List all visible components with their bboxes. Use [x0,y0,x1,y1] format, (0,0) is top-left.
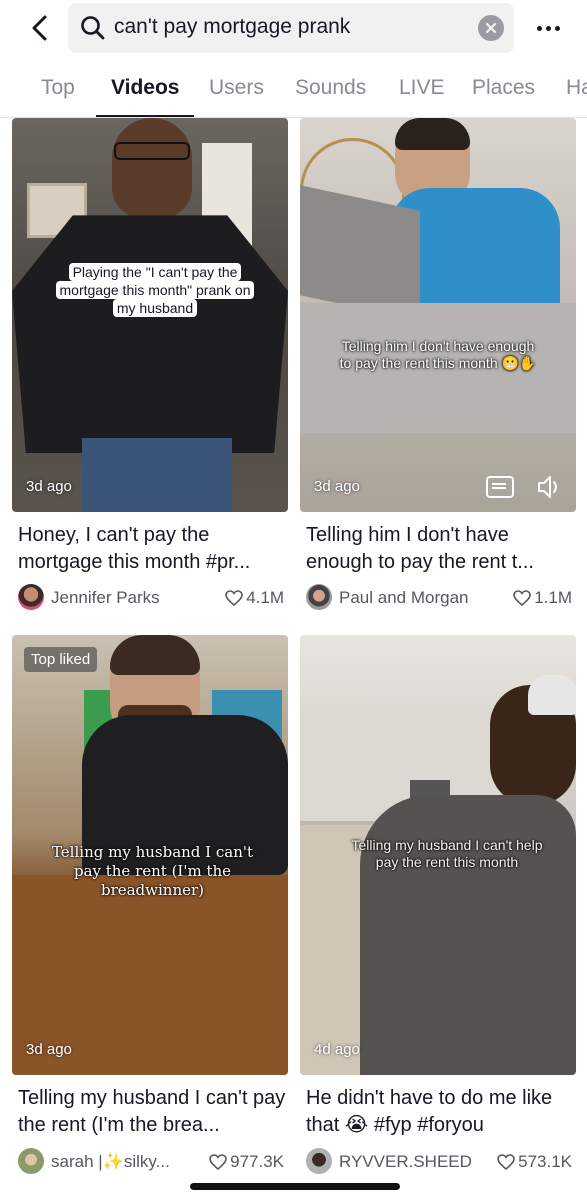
video-thumbnail[interactable]: Telling him I don't have enough to pay t… [300,118,576,512]
video-title[interactable]: He didn't have to do me like that 😭 #fyp… [306,1085,578,1139]
search-icon [81,16,105,40]
glasses [114,142,190,160]
overlay-text: Playing the "I can't pay the mortgage th… [55,263,255,317]
posted-time: 3d ago [314,478,360,495]
like-count: 573.1K [497,1152,572,1172]
video-thumbnail[interactable]: Top liked Telling my husband I can't pay… [12,635,288,1075]
video-title[interactable]: Telling him I don't have enough to pay t… [306,522,578,576]
search-tabs: Top Videos Users Sounds LIVE Places Ha [0,58,587,118]
like-count-value: 4.1M [246,588,284,607]
heart-icon [497,1154,515,1170]
home-indicator[interactable] [190,1183,400,1190]
like-count: 4.1M [225,588,284,608]
video-thumbnail[interactable]: Telling my husband I can't help pay the … [300,635,576,1075]
avatar[interactable] [18,1148,44,1174]
clear-search-button[interactable] [478,15,504,41]
hair [110,635,200,675]
video-overlay-caption: Telling my husband I can't help pay the … [351,837,543,870]
avatar[interactable] [306,584,332,610]
author-name[interactable]: Paul and Morgan [339,588,468,608]
tab-sounds[interactable]: Sounds [295,76,366,100]
posted-time: 3d ago [26,1041,72,1058]
ellipsis-dot [554,25,560,31]
tab-users[interactable]: Users [209,76,264,100]
video-title[interactable]: Telling my husband I can't pay the rent … [18,1085,290,1139]
chevron-left-icon [32,15,47,41]
back-button[interactable] [22,10,58,46]
like-count-value: 573.1K [518,1152,572,1171]
video-thumbnail[interactable]: Playing the "I can't pay the mortgage th… [12,118,288,512]
hair [395,118,470,150]
top-liked-badge: Top liked [24,647,98,672]
video-meta: sarah |✨silky... 977.3K [18,1148,288,1176]
like-count: 977.3K [209,1152,284,1172]
posted-time: 3d ago [26,478,72,495]
tab-live[interactable]: LIVE [399,76,445,100]
avatar[interactable] [18,584,44,610]
close-icon [485,22,497,34]
tab-top[interactable]: Top [41,76,75,100]
tab-videos[interactable]: Videos [111,76,179,100]
search-input[interactable]: can't pay mortgage prank [68,3,514,53]
video-meta: Paul and Morgan 1.1M [306,584,576,612]
video-meta: Jennifer Parks 4.1M [18,584,288,612]
like-count-value: 1.1M [534,588,572,607]
jeans [82,438,232,512]
ellipsis-icon [536,25,542,31]
captions-icon[interactable] [486,476,514,498]
avatar[interactable] [306,1148,332,1174]
author-name[interactable]: Jennifer Parks [51,588,160,608]
video-overlay-caption: Playing the "I can't pay the mortgage th… [50,263,260,317]
heart-icon [225,590,244,606]
video-overlay-caption: Telling my husband I can't pay the rent … [51,843,254,899]
author-name[interactable]: RYVVER.SHEED [339,1152,472,1172]
search-header: can't pay mortgage prank [0,0,587,58]
more-options-button[interactable] [528,10,568,46]
speaker-icon[interactable] [536,474,564,500]
tab-hashtags[interactable]: Ha [566,76,587,100]
author-name[interactable]: sarah |✨silky... [51,1152,170,1172]
video-overlay-caption: Telling him I don't have enough to pay t… [339,338,537,371]
like-count-value: 977.3K [230,1152,284,1171]
tab-places[interactable]: Places [472,76,535,100]
video-meta: RYVVER.SHEED 573.1K [306,1148,576,1176]
heart-icon [513,590,532,606]
person-head [112,118,192,218]
video-title[interactable]: Honey, I can't pay the mortgage this mon… [18,522,290,576]
head-wrap [528,675,576,715]
search-query-text: can't pay mortgage prank [114,15,351,38]
ellipsis-dot [545,25,551,31]
like-count: 1.1M [513,588,572,608]
heart-icon [209,1154,227,1170]
posted-time: 4d ago [314,1041,360,1058]
